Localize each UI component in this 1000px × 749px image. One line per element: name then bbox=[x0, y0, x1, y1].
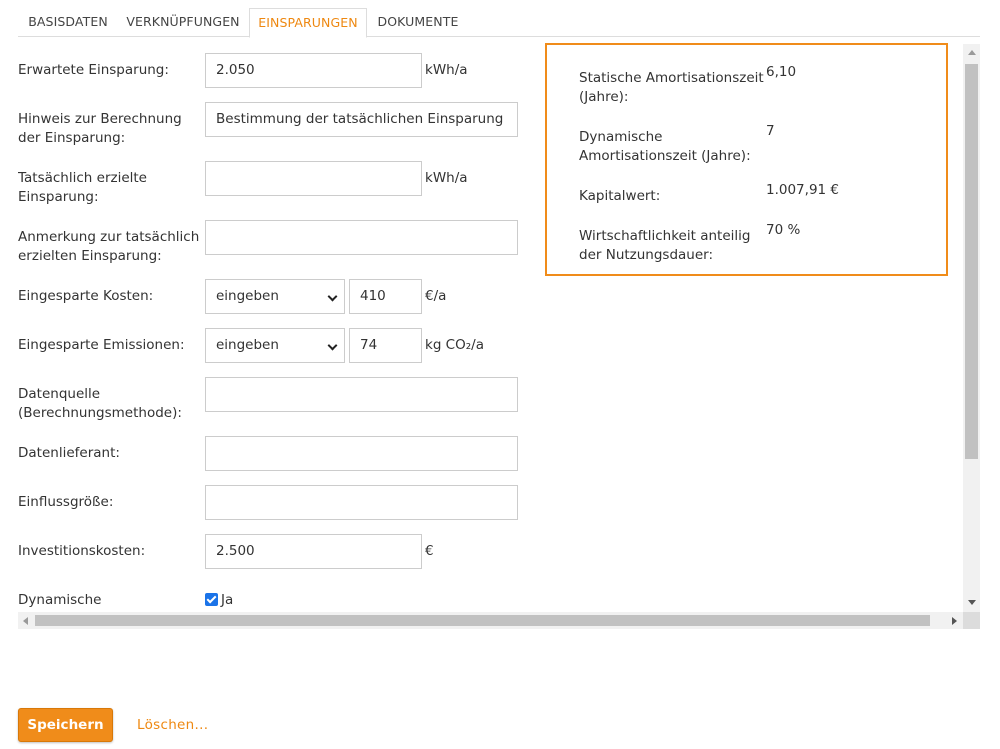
savings-form-pane: Erwartete Einsparung: 2.050 kWh/a Hinwei… bbox=[18, 38, 980, 628]
saved-costs-mode-select[interactable]: eingeben bbox=[205, 279, 345, 314]
actual-savings-label: Tatsächlich erzielte Einsparung: bbox=[18, 170, 147, 205]
chevron-down-icon bbox=[327, 291, 338, 302]
scroll-down-icon[interactable] bbox=[968, 600, 976, 605]
horizontal-scrollbar-thumb[interactable] bbox=[35, 615, 930, 626]
investment-unit: € bbox=[425, 543, 434, 559]
economic-share-label: Wirtschaftlichkeit anteilig der Nutzungs… bbox=[579, 228, 751, 263]
investment-input[interactable]: 2.500 bbox=[205, 534, 422, 569]
expected-savings-label: Erwartete Einsparung: bbox=[18, 62, 169, 78]
saved-emissions-unit: kg CO₂/a bbox=[425, 337, 484, 353]
static-payback-value: 6,10 bbox=[766, 64, 797, 80]
economics-summary-box: Statische Amortisationszeit (Jahre): 6,1… bbox=[545, 43, 948, 276]
tab-bar: BASISDATEN VERKNÜPFUNGEN EINSPARUNGEN DO… bbox=[18, 8, 980, 38]
calc-note-label: Hinweis zur Berechnung der Einsparung: bbox=[18, 111, 182, 146]
horizontal-scrollbar[interactable] bbox=[18, 612, 963, 629]
saved-costs-label: Eingesparte Kosten: bbox=[18, 288, 154, 304]
vertical-scrollbar-thumb[interactable] bbox=[965, 64, 978, 459]
scrollbar-corner bbox=[963, 612, 980, 629]
saved-emissions-mode-select[interactable]: eingeben bbox=[205, 328, 345, 363]
scroll-left-icon[interactable] bbox=[23, 617, 28, 625]
data-supplier-input[interactable] bbox=[205, 436, 518, 471]
dynamic-checkbox-label: Ja bbox=[221, 592, 234, 608]
saved-costs-unit: €/a bbox=[425, 288, 447, 304]
data-supplier-label: Datenlieferant: bbox=[18, 445, 120, 461]
actual-note-input[interactable] bbox=[205, 220, 518, 255]
dynamic-checkbox[interactable] bbox=[205, 593, 218, 606]
saved-costs-input[interactable]: 410 bbox=[349, 279, 422, 314]
actual-savings-input[interactable] bbox=[205, 161, 422, 196]
static-payback-label: Statische Amortisationszeit (Jahre): bbox=[579, 70, 764, 105]
saved-emissions-mode-value: eingeben bbox=[216, 337, 279, 353]
net-present-value-value: 1.007,91 € bbox=[766, 182, 839, 198]
delete-link[interactable]: Löschen... bbox=[137, 716, 208, 735]
tab-basisdaten[interactable]: BASISDATEN bbox=[18, 8, 118, 37]
saved-emissions-label: Eingesparte Emissionen: bbox=[18, 337, 185, 353]
influence-input[interactable] bbox=[205, 485, 518, 520]
tab-dokumente[interactable]: DOKUMENTE bbox=[368, 8, 468, 37]
chevron-down-icon bbox=[327, 340, 338, 351]
actual-note-label: Anmerkung zur tatsächlich erzielten Eins… bbox=[18, 229, 200, 264]
dynamic-label: Dynamische bbox=[18, 592, 102, 608]
scroll-right-icon[interactable] bbox=[952, 617, 957, 625]
data-source-label: Datenquelle (Berechnungsmethode): bbox=[18, 386, 182, 421]
saved-emissions-input[interactable]: 74 bbox=[349, 328, 422, 363]
economic-share-value: 70 % bbox=[766, 222, 801, 238]
data-source-input[interactable] bbox=[205, 377, 518, 412]
calc-note-input[interactable]: Bestimmung der tatsächlichen Einsparung bbox=[205, 102, 518, 137]
influence-label: Einflussgröße: bbox=[18, 494, 114, 510]
tab-verknuepfungen[interactable]: VERKNÜPFUNGEN bbox=[118, 8, 248, 37]
actual-savings-unit: kWh/a bbox=[425, 170, 468, 186]
expected-savings-input[interactable]: 2.050 bbox=[205, 53, 422, 88]
expected-savings-unit: kWh/a bbox=[425, 62, 468, 78]
vertical-scrollbar[interactable] bbox=[963, 44, 980, 612]
saved-costs-mode-value: eingeben bbox=[216, 288, 279, 304]
dynamic-payback-value: 7 bbox=[766, 123, 775, 139]
net-present-value-label: Kapitalwert: bbox=[579, 188, 661, 204]
save-button[interactable]: Speichern bbox=[18, 708, 113, 742]
investment-label: Investitionskosten: bbox=[18, 543, 146, 559]
tab-einsparungen[interactable]: EINSPARUNGEN bbox=[249, 8, 367, 38]
dynamic-payback-label: Dynamische Amortisationszeit (Jahre): bbox=[579, 129, 751, 164]
scroll-up-icon[interactable] bbox=[968, 50, 976, 55]
